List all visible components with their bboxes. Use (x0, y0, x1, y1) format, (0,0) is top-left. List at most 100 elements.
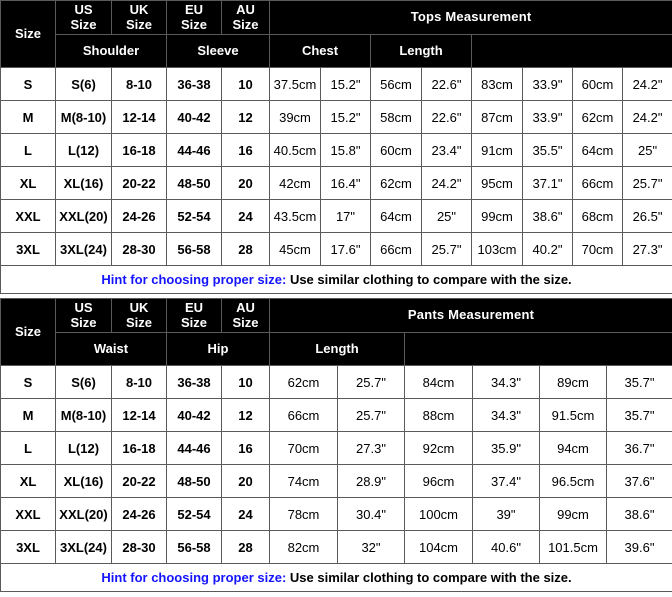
tops-group-sleeve: Sleeve (166, 34, 270, 68)
table-row: M M(8-10) 12-14 40-42 12 39cm 15.2" 58cm… (0, 100, 672, 134)
pants-r4-m3: 39" (472, 497, 540, 531)
pants-r5-m4: 101.5cm (539, 530, 607, 564)
pants-r0-us: S(6) (55, 365, 112, 399)
tops-header-au-line1: AU (236, 1, 255, 17)
pants-r0-m1: 25.7" (337, 365, 405, 399)
pants-r1-size: M (0, 398, 56, 432)
tops-r4-m0: 43.5cm (269, 199, 321, 233)
pants-group-hip: Hip (166, 332, 270, 366)
pants-r0-size: S (0, 365, 56, 399)
pants-hint-body: Use similar clothing to compare with the… (286, 570, 572, 585)
tops-header-uk-line2: Size (125, 16, 152, 32)
pants-r0-uk: 8-10 (111, 365, 167, 399)
tops-r2-m5: 35.5" (522, 133, 573, 167)
tops-r2-eu: 44-46 (166, 133, 222, 167)
tops-header-uk-line1: UK (129, 1, 149, 17)
tops-r3-m7: 25.7" (621, 166, 672, 200)
table-row: XXL XXL(20) 24-26 52-54 24 78cm 30.4" 10… (0, 497, 672, 531)
pants-header-au-line2: Size (232, 314, 259, 330)
tops-r1-us: M(8-10) (55, 100, 112, 134)
pants-r1-m3: 34.3" (472, 398, 540, 432)
pants-r2-m5: 36.7" (605, 431, 672, 465)
tops-hint: Hint for choosing proper size: Use simil… (0, 265, 672, 294)
tops-r4-m2: 64cm (370, 199, 422, 233)
tops-r3-m5: 37.1" (522, 166, 573, 200)
tops-table-body: Size US Size UK Size EU Size AU Size Top (0, 0, 672, 294)
pants-r3-m1: 28.9" (337, 464, 405, 498)
tops-r3-au: 20 (221, 166, 270, 200)
tops-r0-m1: 15.2" (320, 67, 371, 101)
tops-r2-au: 16 (221, 133, 270, 167)
tops-r3-m0: 42cm (269, 166, 321, 200)
tops-header-row-1: Size US Size UK Size EU Size AU Size Top (0, 0, 672, 68)
pants-r0-m3: 34.3" (472, 365, 540, 399)
tops-r5-m0: 45cm (269, 232, 321, 266)
tops-r1-m3: 22.6" (421, 100, 472, 134)
pants-r2-eu: 44-46 (166, 431, 222, 465)
pants-r0-au: 10 (221, 365, 270, 399)
pants-r4-m0: 78cm (269, 497, 338, 531)
tops-r1-m0: 39cm (269, 100, 321, 134)
tops-r5-us: 3XL(24) (55, 232, 112, 266)
tops-header-us-size: US Size (55, 0, 112, 35)
tops-r2-m4: 91cm (471, 133, 523, 167)
tops-r4-uk: 24-26 (111, 199, 167, 233)
pants-r3-us: XL(16) (55, 464, 112, 498)
tops-r2-m3: 23.4" (421, 133, 472, 167)
tops-r5-m4: 103cm (471, 232, 523, 266)
pants-r0-m4: 89cm (539, 365, 607, 399)
tops-header-au-line2: Size (232, 16, 259, 32)
tops-r4-us: XXL(20) (55, 199, 112, 233)
tops-r4-m4: 99cm (471, 199, 523, 233)
pants-r4-m4: 99cm (539, 497, 607, 531)
tops-r0-us: S(6) (55, 67, 112, 101)
tops-r0-m4: 83cm (471, 67, 523, 101)
tops-header-size: Size (0, 0, 56, 68)
tops-measurement-title: Tops Measurement (268, 0, 672, 35)
tops-r5-m1: 17.6" (320, 232, 371, 266)
tops-r4-m3: 25" (421, 199, 472, 233)
tops-r5-au: 28 (221, 232, 270, 266)
pants-r4-m2: 100cm (404, 497, 473, 531)
tops-r2-m2: 60cm (370, 133, 422, 167)
pants-r1-m4: 91.5cm (539, 398, 607, 432)
pants-r5-m1: 32" (337, 530, 405, 564)
tops-r3-m4: 95cm (471, 166, 523, 200)
pants-header-row-2: Waist Hip Length (1, 332, 672, 366)
table-row: XL XL(16) 20-22 48-50 20 42cm 16.4" 62cm… (0, 166, 672, 200)
pants-r4-eu: 52-54 (166, 497, 222, 531)
tops-r1-uk: 12-14 (111, 100, 167, 134)
pants-header-size: Size (0, 298, 56, 366)
pants-r0-m5: 35.7" (605, 365, 672, 399)
table-row: L L(12) 16-18 44-46 16 70cm 27.3" 92cm 3… (0, 431, 672, 465)
pants-header-eu-size: EU Size (166, 298, 222, 333)
pants-r3-m4: 96.5cm (539, 464, 607, 498)
tops-r1-m2: 58cm (370, 100, 422, 134)
pants-hint-row: Hint for choosing proper size: Use simil… (0, 563, 672, 592)
tops-header-eu-line1: EU (184, 1, 204, 17)
pants-r0-eu: 36-38 (166, 365, 222, 399)
pants-r1-us: M(8-10) (55, 398, 112, 432)
tops-r5-m7: 27.3" (621, 232, 672, 266)
pants-measurement-title: Pants Measurement (268, 298, 672, 333)
tops-r2-m0: 40.5cm (269, 133, 321, 167)
tops-r3-m1: 16.4" (320, 166, 371, 200)
tops-r5-m3: 25.7" (421, 232, 472, 266)
pants-header-us-line2: Size (70, 314, 97, 330)
pants-group-length: Length (269, 332, 405, 366)
tops-r2-size: L (0, 133, 56, 167)
pants-r1-eu: 40-42 (166, 398, 222, 432)
tops-r3-us: XL(16) (55, 166, 112, 200)
tops-group-length: Length (370, 34, 472, 68)
tops-r2-m7: 25" (621, 133, 672, 167)
tops-r5-m5: 40.2" (522, 232, 573, 266)
pants-r4-m1: 30.4" (337, 497, 405, 531)
pants-r4-size: XXL (0, 497, 56, 531)
pants-r2-m4: 94cm (539, 431, 607, 465)
pants-hint-lead: Hint for choosing proper size: (101, 570, 287, 585)
pants-r5-m5: 39.6" (605, 530, 672, 564)
pants-r2-m1: 27.3" (337, 431, 405, 465)
pants-table-body: Size US Size UK Size EU Size AU Size Pan (0, 298, 672, 592)
pants-r1-m1: 25.7" (337, 398, 405, 432)
tops-r0-uk: 8-10 (111, 67, 167, 101)
